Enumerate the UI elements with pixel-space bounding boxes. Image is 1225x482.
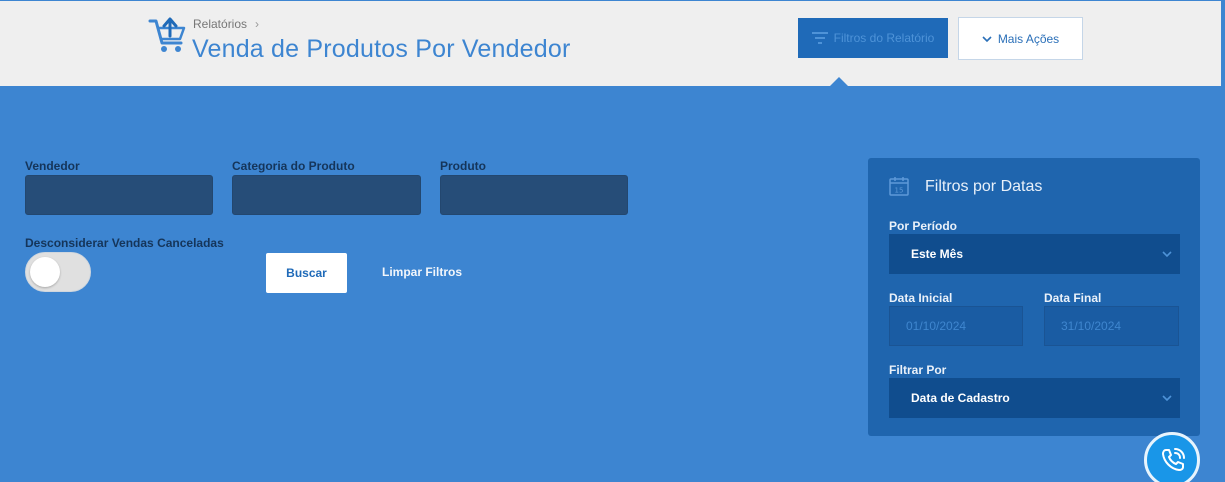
page-title: Venda de Produtos Por Vendedor: [192, 35, 571, 63]
svg-text:15: 15: [895, 187, 904, 195]
seller-label: Vendedor: [25, 159, 80, 173]
chevron-right-icon: ›: [255, 17, 260, 31]
breadcrumb: Relatórios ›: [193, 17, 259, 31]
start-date-input[interactable]: 01/10/2024: [889, 306, 1023, 346]
period-select[interactable]: Este Mês: [889, 234, 1180, 274]
period-select-value: Este Mês: [911, 247, 964, 261]
right-edge-strip: [1221, 1, 1225, 87]
report-filters-label: Filtros do Relatório: [833, 31, 935, 45]
product-input[interactable]: [440, 175, 628, 215]
phone-ringing-icon: [1162, 448, 1185, 471]
start-date-value: 01/10/2024: [906, 319, 967, 333]
filter-lines-icon: [811, 32, 828, 44]
period-label: Por Período: [889, 219, 958, 233]
product-label: Produto: [440, 159, 486, 173]
category-input[interactable]: [232, 175, 421, 215]
chevron-down-icon: [1162, 395, 1172, 402]
more-actions-button[interactable]: Mais Ações: [958, 17, 1083, 60]
date-filters-panel: 15 Filtros por Datas Por Período Este Mê…: [868, 158, 1200, 436]
start-date-label: Data Inicial: [889, 291, 953, 305]
end-date-label: Data Final: [1044, 291, 1102, 305]
chevron-down-icon: [982, 35, 992, 42]
seller-input[interactable]: [25, 175, 213, 215]
more-actions-label: Mais Ações: [997, 31, 1060, 46]
phone-call-button[interactable]: [1144, 432, 1200, 482]
filters-pointer-arrow: [829, 77, 849, 87]
chevron-down-icon: [1162, 251, 1172, 258]
category-label: Categoria do Produto: [232, 159, 355, 173]
cart-upload-icon: [148, 17, 186, 52]
end-date-input[interactable]: 31/10/2024: [1044, 306, 1179, 346]
search-button[interactable]: Buscar: [266, 253, 347, 293]
ignore-canceled-toggle[interactable]: [25, 252, 91, 292]
toggle-knob: [30, 257, 60, 287]
report-filters-button[interactable]: Filtros do Relatório: [798, 18, 948, 58]
end-date-value: 31/10/2024: [1061, 319, 1122, 333]
top-bar: Relatórios › Venda de Produtos Por Vende…: [0, 0, 1225, 87]
filter-by-select[interactable]: Data de Cadastro: [889, 378, 1180, 418]
date-panel-title: Filtros por Datas: [925, 178, 1043, 195]
ignore-canceled-label: Desconsiderar Vendas Canceladas: [25, 236, 224, 250]
breadcrumb-reports-link[interactable]: Relatórios: [193, 17, 247, 31]
filter-by-label: Filtrar Por: [889, 363, 947, 377]
filter-by-select-value: Data de Cadastro: [911, 391, 1010, 405]
clear-filters-link[interactable]: Limpar Filtros: [382, 265, 462, 279]
calendar-icon: 15: [889, 177, 909, 196]
